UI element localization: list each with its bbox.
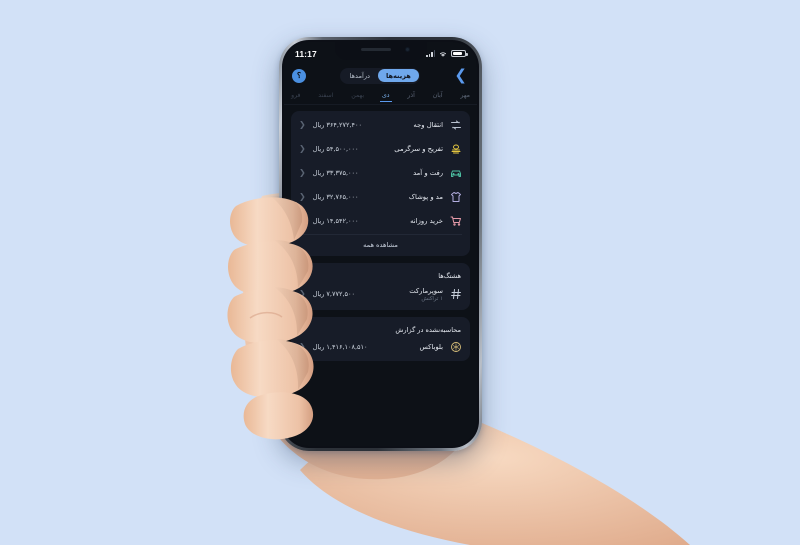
status-clock: 11:17 [295,48,317,59]
cellular-signal-icon [426,50,435,57]
front-camera-icon [404,47,410,52]
notch [334,42,427,60]
wifi-icon [440,51,446,57]
battery-icon [451,49,468,58]
hand-illustration-front [0,0,800,545]
earpiece-speaker [360,48,391,51]
scene: 11:17 ❯ هزینه‌ها [0,0,800,545]
